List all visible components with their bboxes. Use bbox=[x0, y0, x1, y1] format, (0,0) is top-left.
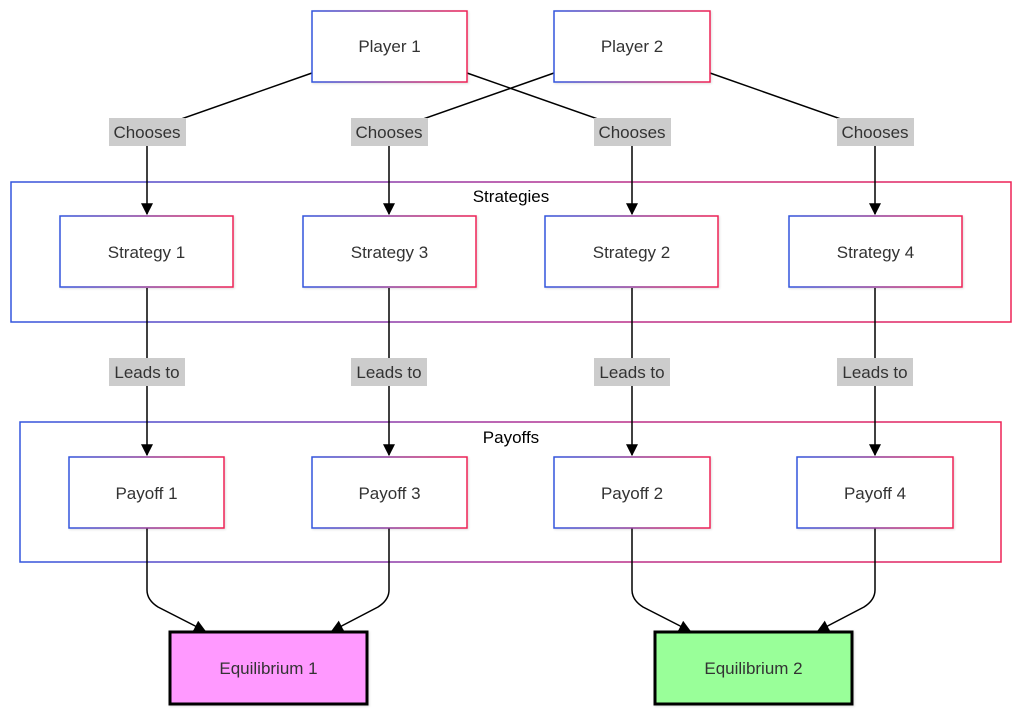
node-label: Player 2 bbox=[601, 37, 663, 56]
edge-label-s1-pay1: Leads to bbox=[109, 358, 185, 386]
edge-pay2-e2 bbox=[631, 528, 692, 632]
payoff-nodes: Payoff 1 Payoff 3 Payoff 2 Payoff 4 bbox=[68, 456, 954, 529]
node-strategy-1[interactable]: Strategy 1 bbox=[59, 215, 234, 288]
edge-label-text: Leads to bbox=[599, 363, 664, 382]
edge-label-s4-pay4: Leads to bbox=[837, 358, 913, 386]
node-label: Equilibrium 2 bbox=[704, 659, 802, 678]
edge-label-text: Chooses bbox=[113, 123, 180, 142]
node-strategy-4[interactable]: Strategy 4 bbox=[788, 215, 963, 288]
edge-label-text: Chooses bbox=[841, 123, 908, 142]
node-label: Strategy 2 bbox=[593, 243, 671, 262]
node-label: Strategy 1 bbox=[108, 243, 186, 262]
equilibrium-nodes: Equilibrium 1 Equilibrium 2 bbox=[168, 630, 854, 706]
node-label: Payoff 4 bbox=[844, 484, 906, 503]
edge-label-p2-s3: Chooses bbox=[351, 118, 428, 146]
node-label: Player 1 bbox=[358, 37, 420, 56]
node-payoff-4[interactable]: Payoff 4 bbox=[796, 456, 954, 529]
edge-label-text: Leads to bbox=[356, 363, 421, 382]
node-payoff-3[interactable]: Payoff 3 bbox=[311, 456, 468, 529]
strategies-cluster-title: Strategies bbox=[473, 187, 550, 206]
edge-label-text: Leads to bbox=[114, 363, 179, 382]
edge-label-p1-s2: Chooses bbox=[594, 118, 671, 146]
edge-label-s3-pay3: Leads to bbox=[351, 358, 427, 386]
node-strategy-2[interactable]: Strategy 2 bbox=[544, 215, 719, 288]
edge-label-s2-pay2: Leads to bbox=[594, 358, 670, 386]
edge-pay3-e1 bbox=[330, 528, 390, 632]
node-equilibrium-1[interactable]: Equilibrium 1 bbox=[168, 630, 369, 706]
node-payoff-1[interactable]: Payoff 1 bbox=[68, 456, 225, 529]
game-theory-flowchart: Strategies Payoffs Chooses Chooses Choos… bbox=[10, 10, 1012, 706]
node-label: Strategy 3 bbox=[351, 243, 429, 262]
node-label: Strategy 4 bbox=[837, 243, 915, 262]
node-player-2[interactable]: Player 2 bbox=[553, 10, 711, 83]
player-nodes: Player 1 Player 2 bbox=[311, 10, 711, 83]
edge-label-text: Chooses bbox=[355, 123, 422, 142]
node-payoff-2[interactable]: Payoff 2 bbox=[553, 456, 711, 529]
node-player-1[interactable]: Player 1 bbox=[311, 10, 468, 83]
edges bbox=[141, 72, 881, 632]
node-strategy-3[interactable]: Strategy 3 bbox=[302, 215, 477, 288]
node-label: Payoff 3 bbox=[358, 484, 420, 503]
payoffs-cluster-title: Payoffs bbox=[483, 428, 539, 447]
node-label: Equilibrium 1 bbox=[219, 659, 317, 678]
edge-label-p2-s4: Chooses bbox=[837, 118, 914, 146]
edge-pay4-e2 bbox=[816, 528, 876, 632]
edge-label-text: Leads to bbox=[842, 363, 907, 382]
node-equilibrium-2[interactable]: Equilibrium 2 bbox=[653, 630, 854, 706]
strategy-nodes: Strategy 1 Strategy 3 Strategy 2 Strateg… bbox=[59, 215, 963, 288]
edge-label-text: Chooses bbox=[598, 123, 665, 142]
edge-label-p1-s1: Chooses bbox=[109, 118, 186, 146]
node-label: Payoff 1 bbox=[115, 484, 177, 503]
node-label: Payoff 2 bbox=[601, 484, 663, 503]
edge-pay1-e1 bbox=[146, 528, 207, 632]
